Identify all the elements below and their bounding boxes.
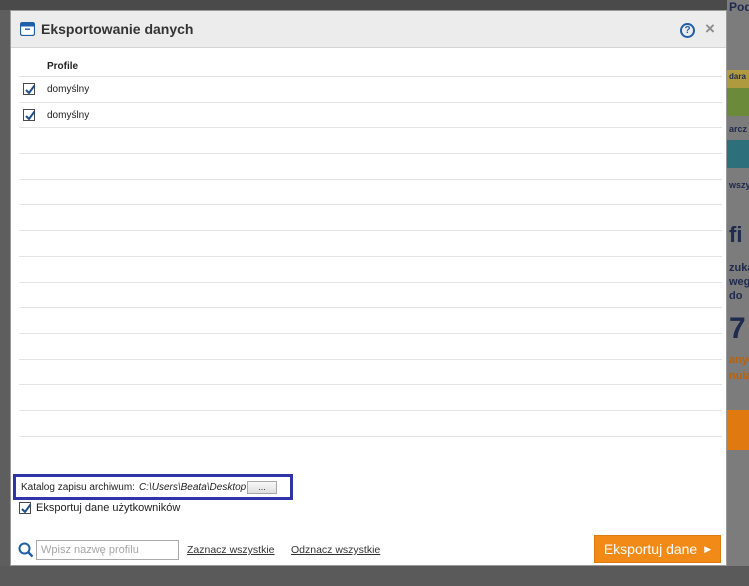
export-data-dialog: Eksportowanie danych ? × Profile domyśln… [10, 10, 727, 566]
background-label: do [729, 290, 743, 302]
search-icon [18, 542, 34, 558]
checkmark-icon [25, 110, 36, 121]
archive-path-label: Katalog zapisu archiwum: [21, 481, 135, 493]
profiles-table: Profile domyślny domyślny [19, 56, 722, 437]
select-all-link[interactable]: Zaznacz wszystkie [187, 544, 275, 556]
checkmark-icon [21, 503, 32, 514]
dialog-footer: Zaznacz wszystkie Odznacz wszystkie Eksp… [11, 535, 728, 567]
profile-name: domyślny [47, 109, 90, 121]
table-row [19, 360, 722, 386]
table-row [19, 180, 722, 206]
export-users-label: Eksportuj dane użytkowników [36, 502, 181, 514]
dialog-title: Eksportowanie danych [41, 21, 194, 37]
table-row [19, 205, 722, 232]
background-label: weg [729, 276, 749, 288]
table-row [19, 308, 722, 334]
background-label: wszy [729, 180, 749, 190]
profile-checkbox[interactable] [23, 108, 36, 121]
column-header-profile: Profile [19, 56, 722, 77]
profiles-table-body: domyślny domyślny [19, 77, 722, 437]
profile-search-input[interactable] [36, 540, 179, 560]
table-row[interactable]: domyślny [19, 103, 722, 129]
profile-name: domyślny [47, 83, 90, 95]
background-label: nula [729, 370, 749, 382]
export-users-option[interactable]: Eksportuj dane użytkowników [19, 502, 180, 514]
table-row [19, 411, 722, 437]
background-banner [727, 410, 749, 450]
profile-checkbox[interactable] [23, 83, 36, 95]
background-label: zuka [729, 262, 749, 274]
play-arrow-icon: ▶ [704, 543, 712, 554]
close-icon[interactable]: × [703, 20, 717, 37]
background-label: 7 [729, 312, 746, 345]
archive-path-section: Katalog zapisu archiwum: C:\Users\Beata\… [13, 474, 293, 500]
background-label: anyc [729, 354, 749, 366]
dialog-titlebar: Eksportowanie danych ? × [11, 11, 726, 48]
export-data-button[interactable]: Eksportuj dane ▶ [594, 535, 721, 563]
table-row [19, 257, 722, 283]
background-label: Podsumo [729, 0, 749, 14]
background-label: dara [729, 72, 746, 81]
deselect-all-link[interactable]: Odznacz wszystkie [291, 544, 380, 556]
table-row [19, 283, 722, 309]
export-users-checkbox[interactable] [19, 502, 32, 514]
background-bottom [0, 566, 749, 586]
background-label: arcz [729, 124, 748, 134]
table-row [19, 334, 722, 360]
table-row[interactable]: domyślny [19, 77, 722, 103]
table-row [19, 385, 722, 411]
browse-button[interactable]: ... [247, 481, 277, 494]
table-row [19, 231, 722, 257]
export-data-button-label: Eksportuj dane [603, 541, 698, 557]
help-icon[interactable]: ? [680, 23, 695, 38]
table-row [19, 128, 722, 155]
background-topbar [0, 0, 749, 10]
background-strip [727, 140, 749, 168]
table-row [19, 154, 722, 180]
archive-box-icon [19, 21, 36, 37]
checkmark-icon [25, 84, 36, 95]
archive-path-value: C:\Users\Beata\Desktop [138, 481, 247, 493]
background-strip [727, 88, 749, 116]
background-label: fi [729, 222, 743, 247]
